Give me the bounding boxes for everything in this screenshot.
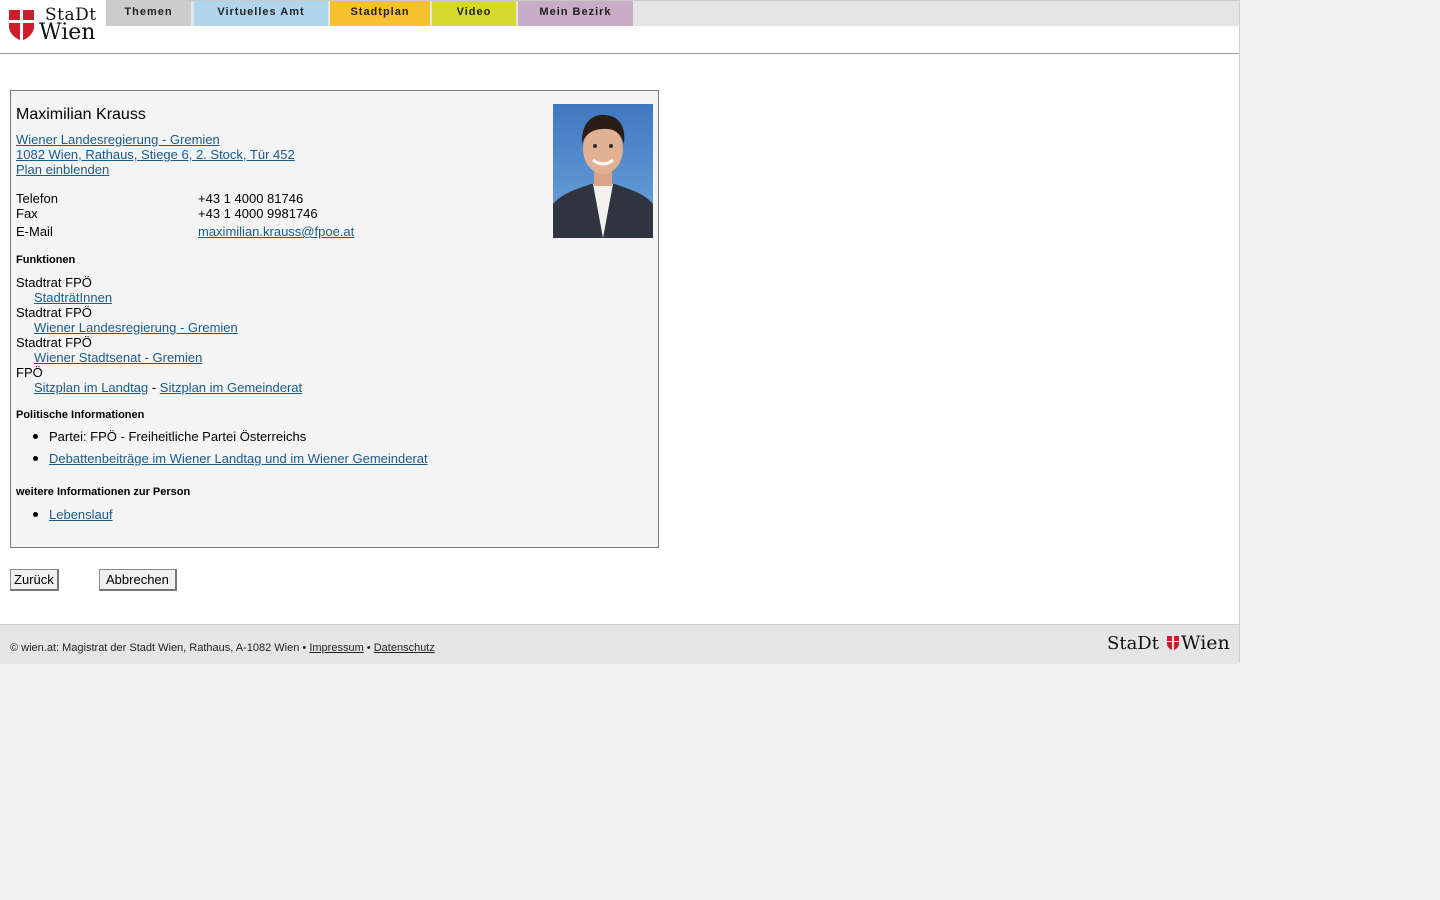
footer-stadt-wien-logo[interactable]: StaDt Wien bbox=[1107, 632, 1230, 656]
back-button[interactable]: Zurück bbox=[10, 569, 59, 591]
footer-logo-text-wien: Wien bbox=[1181, 632, 1230, 654]
person-photo bbox=[553, 104, 653, 238]
bullet-icon bbox=[33, 456, 38, 461]
wien-shield-icon bbox=[9, 10, 34, 40]
phone-label: Telefon bbox=[16, 191, 58, 206]
bullet-icon bbox=[33, 512, 38, 517]
seat-plan-gemeinderat-link[interactable]: Sitzplan im Gemeinderat bbox=[160, 380, 302, 395]
seat-plan-links: Sitzplan im Landtag - Sitzplan im Gemein… bbox=[34, 380, 302, 395]
bullet-icon bbox=[33, 434, 38, 439]
header: StaDt Wien Themen Virtuelles Amt Stadtpl… bbox=[0, 0, 1239, 54]
tab-virtuelles-amt[interactable]: Virtuelles Amt bbox=[194, 1, 328, 26]
top-navigation: Themen Virtuelles Amt Stadtplan Video Me… bbox=[106, 0, 1239, 26]
phone-value: +43 1 4000 81746 bbox=[198, 191, 304, 206]
tab-themen[interactable]: Themen bbox=[106, 1, 191, 26]
footer-copyright: © wien.at: Magistrat der Stadt Wien, Rat… bbox=[10, 642, 307, 654]
email-link[interactable]: maximilian.krauss@fpoe.at bbox=[198, 224, 354, 239]
footer: © wien.at: Magistrat der Stadt Wien, Rat… bbox=[0, 624, 1239, 664]
cv-link[interactable]: Lebenslauf bbox=[49, 507, 113, 522]
more-info-heading: weitere Informationen zur Person bbox=[16, 486, 191, 498]
footer-wien-shield-icon bbox=[1167, 636, 1179, 650]
function-role: Stadtrat FPÖ bbox=[16, 275, 92, 290]
show-map-link[interactable]: Plan einblenden bbox=[16, 162, 109, 177]
functions-heading: Funktionen bbox=[16, 254, 76, 266]
org-link[interactable]: Wiener Landesregierung - Gremien bbox=[16, 132, 220, 147]
debates-link[interactable]: Debattenbeiträge im Wiener Landtag und i… bbox=[49, 451, 428, 466]
seat-plan-landtag-link[interactable]: Sitzplan im Landtag bbox=[34, 380, 148, 395]
footer-separator: • bbox=[366, 642, 371, 654]
function-link-landesregierung[interactable]: Wiener Landesregierung - Gremien bbox=[34, 320, 238, 335]
datenschutz-link[interactable]: Datenschutz bbox=[374, 642, 435, 654]
footer-text-row: © wien.at: Magistrat der Stadt Wien, Rat… bbox=[10, 642, 435, 654]
function-role: Stadtrat FPÖ bbox=[16, 335, 92, 350]
tab-video[interactable]: Video bbox=[432, 1, 516, 26]
cancel-button[interactable]: Abbrechen bbox=[99, 569, 177, 591]
tab-mein-bezirk[interactable]: Mein Bezirk bbox=[518, 1, 633, 26]
political-info-heading: Politische Informationen bbox=[16, 409, 145, 421]
email-label: E-Mail bbox=[16, 224, 53, 239]
fax-label: Fax bbox=[16, 206, 38, 221]
address-link[interactable]: 1082 Wien, Rathaus, Stiege 6, 2. Stock, … bbox=[16, 147, 295, 162]
function-link-stadtraetinnen[interactable]: StadträtInnen bbox=[34, 290, 112, 305]
logo-text-wien: Wien bbox=[39, 20, 96, 45]
party-info: Partei: FPÖ - Freiheitliche Partei Öster… bbox=[49, 429, 307, 444]
party-role: FPÖ bbox=[16, 365, 43, 380]
function-link-stadtsenat[interactable]: Wiener Stadtsenat - Gremien bbox=[34, 350, 202, 365]
person-name: Maximilian Krauss bbox=[16, 106, 146, 123]
page: StaDt Wien Themen Virtuelles Amt Stadtpl… bbox=[0, 0, 1240, 664]
impressum-link[interactable]: Impressum bbox=[309, 642, 363, 654]
stadt-wien-logo[interactable]: StaDt Wien bbox=[6, 4, 100, 46]
footer-logo-text-stadt: StaDt bbox=[1107, 633, 1159, 654]
tab-stadtplan[interactable]: Stadtplan bbox=[330, 1, 430, 26]
function-role: Stadtrat FPÖ bbox=[16, 305, 92, 320]
person-card: Maximilian Krauss Wiener Landesregierung… bbox=[10, 90, 659, 548]
seat-plan-separator: - bbox=[151, 380, 157, 395]
fax-value: +43 1 4000 9981746 bbox=[198, 206, 318, 221]
